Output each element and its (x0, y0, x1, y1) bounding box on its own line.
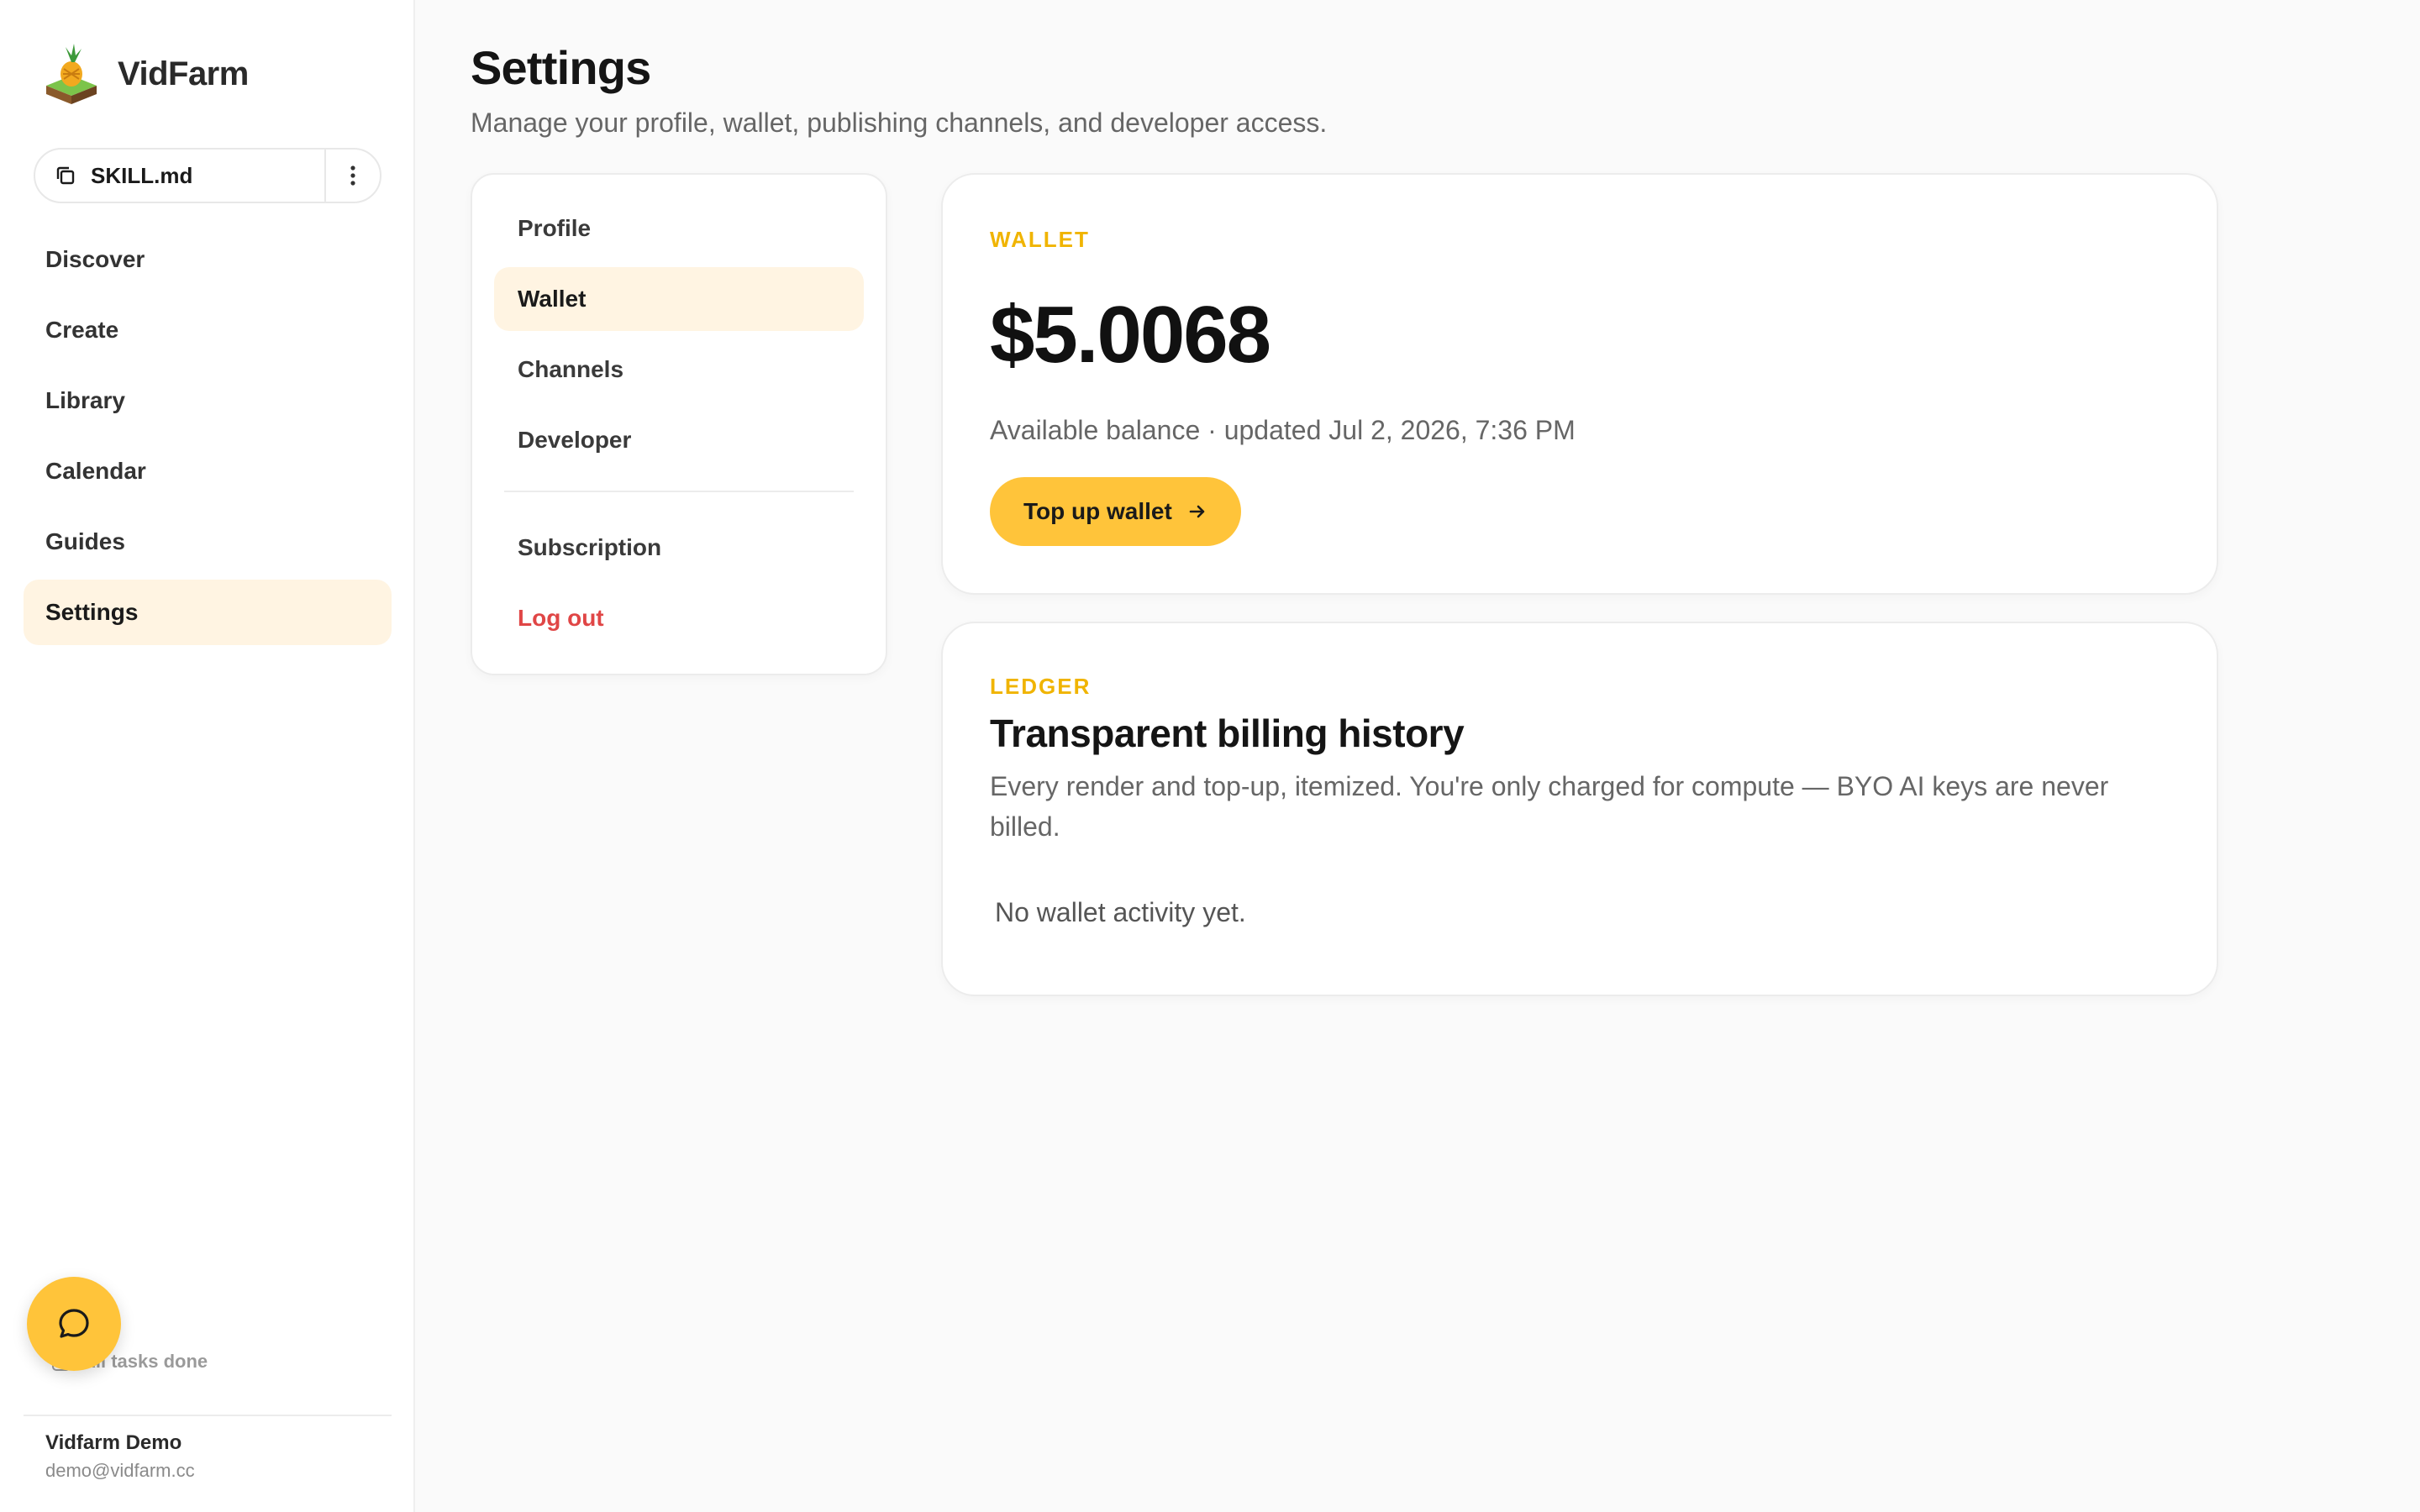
user-email: demo@vidfarm.cc (45, 1460, 195, 1481)
ledger-empty-state: No wallet activity yet. (995, 897, 1246, 927)
wallet-balance-meta: Available balance · updated Jul 2, 2026,… (990, 415, 1576, 445)
settings-tab-channels[interactable]: Channels (494, 338, 864, 402)
top-up-wallet-label: Top up wallet (1023, 498, 1172, 524)
settings-tab-profile[interactable]: Profile (494, 197, 864, 260)
wallet-balance: $5.0068 (990, 290, 1271, 380)
user-name[interactable]: Vidfarm Demo (45, 1431, 182, 1455)
ledger-eyebrow: LEDGER (990, 674, 1092, 699)
sidebar-item-settings[interactable]: Settings (24, 580, 392, 645)
chat-bubble-icon (59, 1309, 89, 1338)
brand[interactable]: VidFarm (42, 42, 249, 106)
copy-icon (56, 166, 75, 185)
settings-tab-subscription[interactable]: Subscription (494, 516, 864, 580)
page-subtitle: Manage your profile, wallet, publishing … (471, 108, 1328, 138)
sidebar: VidFarm SKILL.md Discover Create Library… (0, 0, 415, 1512)
chat-button[interactable] (27, 1277, 121, 1371)
wallet-eyebrow: WALLET (990, 227, 1090, 252)
skill-copy-button[interactable]: SKILL.md (35, 150, 326, 202)
skill-more-button[interactable] (326, 150, 380, 202)
sidebar-item-create[interactable]: Create (24, 297, 392, 363)
sidebar-item-discover[interactable]: Discover (24, 227, 392, 292)
brand-name: VidFarm (118, 55, 249, 92)
arrow-right-icon (1189, 505, 1205, 518)
page-title: Settings (471, 41, 651, 94)
pineapple-logo-icon (46, 44, 97, 104)
top-up-wallet-button[interactable]: Top up wallet (990, 477, 1241, 546)
sidebar-item-calendar[interactable]: Calendar (24, 438, 392, 504)
more-vertical-icon (350, 165, 355, 186)
settings-tab-wallet[interactable]: Wallet (494, 267, 864, 331)
sidebar-item-library[interactable]: Library (24, 368, 392, 433)
sidebar-item-guides[interactable]: Guides (24, 509, 392, 575)
ledger-description: Every render and top-up, itemized. You'r… (990, 771, 2109, 842)
wallet-card: WALLET $5.0068 Available balance · updat… (941, 173, 2218, 595)
skill-pill: SKILL.md (34, 148, 381, 203)
ledger-title: Transparent billing history (990, 711, 1465, 755)
logout-button[interactable]: Log out (494, 586, 864, 650)
user-divider (24, 1415, 392, 1416)
sidebar-nav: Discover Create Library Calendar Guides … (24, 227, 392, 650)
menu-divider (504, 491, 854, 492)
skill-label: SKILL.md (91, 162, 193, 188)
settings-menu: Profile Wallet Channels Developer Subscr… (471, 173, 887, 675)
ledger-card: LEDGER Transparent billing history Every… (941, 622, 2218, 996)
settings-tab-developer[interactable]: Developer (494, 408, 864, 472)
